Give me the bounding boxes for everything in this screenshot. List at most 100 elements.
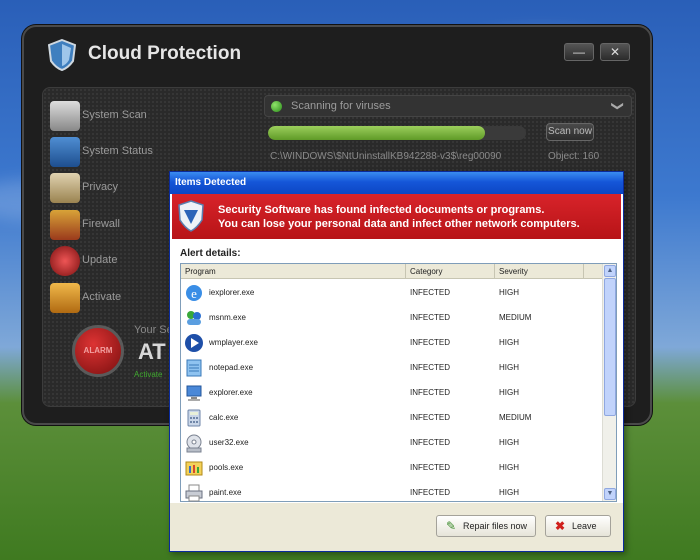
scan-status-bar[interactable]: Scanning for viruses ❯ (264, 95, 632, 117)
computer-icon (186, 385, 202, 401)
repair-files-button[interactable]: ✎ Repair files now (436, 515, 536, 537)
magnifier-icon (50, 101, 80, 131)
minimize-button[interactable]: — (564, 43, 594, 61)
program-cell: user32.exe (209, 438, 249, 447)
severity-cell: HIGH (499, 338, 519, 347)
table-row[interactable]: explorer.exe INFECTED HIGH (181, 380, 603, 405)
category-cell: INFECTED (410, 438, 450, 447)
category-cell: INFECTED (410, 413, 450, 422)
close-x-icon: ✖ (554, 519, 566, 533)
items-detected-dialog: Items Detected Security Software has fou… (169, 171, 624, 552)
nav-label: Privacy (82, 181, 119, 193)
pulse-icon (50, 137, 80, 167)
program-cell: explorer.exe (209, 388, 253, 397)
severity-cell: HIGH (499, 463, 519, 472)
control-panel-icon (185, 461, 203, 476)
category-cell: INFECTED (410, 388, 450, 397)
internet-explorer-icon: e (186, 285, 202, 301)
scan-active-indicator (271, 101, 282, 112)
scroll-down-arrow-icon[interactable]: ▼ (604, 488, 616, 500)
shield-logo-icon (48, 39, 76, 71)
scan-now-button[interactable]: Scan now (546, 123, 594, 141)
nav-label: System Status (82, 145, 153, 157)
protection-status-caption: Your Se (134, 324, 173, 336)
media-player-icon (185, 334, 203, 352)
nav-label: Firewall (82, 218, 120, 230)
activate-link[interactable]: Activate (134, 370, 162, 379)
table-row[interactable]: notepad.exe INFECTED HIGH (181, 355, 603, 380)
repair-files-label: Repair files now (463, 521, 528, 531)
close-button[interactable]: ✕ (600, 43, 630, 61)
cd-drive-icon (186, 434, 202, 453)
app-title-bar: Cloud Protection — ✕ (24, 27, 650, 83)
dialog-title: Items Detected (170, 172, 623, 194)
alert-details-label: Alert details: (180, 248, 241, 259)
table-row[interactable]: e iexplorer.exe INFECTED HIGH (181, 280, 603, 305)
leave-label: Leave (572, 521, 597, 531)
nav-label: Activate (82, 291, 122, 303)
msn-messenger-icon (187, 311, 201, 325)
column-header-category[interactable]: Category (406, 264, 495, 279)
wrench-icon: ✎ (445, 519, 457, 533)
severity-cell: MEDIUM (499, 413, 532, 422)
printer-icon (185, 484, 203, 502)
category-cell: INFECTED (410, 463, 450, 472)
banner-line-2: You can lose your personal data and infe… (218, 218, 580, 230)
severity-cell: MEDIUM (499, 313, 532, 322)
warning-banner: Security Software has found infected doc… (172, 194, 621, 239)
app-title: Cloud Protection (88, 43, 242, 64)
severity-cell: HIGH (499, 488, 519, 497)
nav-system-status[interactable]: System Status (50, 137, 190, 167)
program-cell: msnm.exe (209, 313, 246, 322)
scan-status-text: Scanning for viruses (291, 100, 391, 112)
list-scrollbar[interactable]: ▲ ▼ (602, 264, 616, 501)
security-shield-icon (178, 200, 204, 232)
category-cell: INFECTED (410, 288, 450, 297)
calculator-icon (187, 409, 201, 427)
category-cell: INFECTED (410, 338, 450, 347)
program-cell: paint.exe (209, 488, 242, 497)
severity-cell: HIGH (499, 363, 519, 372)
table-row[interactable]: wmplayer.exe INFECTED HIGH (181, 330, 603, 355)
table-row[interactable]: pools.exe INFECTED HIGH (181, 455, 603, 480)
dialog-footer: ✎ Repair files now ✖ Leave (170, 503, 623, 551)
alarm-button[interactable]: ALARM (72, 325, 124, 377)
banner-line-1: Security Software has found infected doc… (218, 204, 545, 216)
brick-wall-icon (50, 210, 80, 240)
program-cell: wmplayer.exe (209, 338, 258, 347)
update-icon (50, 246, 80, 276)
nav-label: Update (82, 254, 118, 266)
scan-object-count: Object: 160 (548, 151, 600, 162)
column-header-program[interactable]: Program (181, 264, 406, 279)
scroll-up-arrow-icon[interactable]: ▲ (604, 265, 616, 277)
severity-cell: HIGH (499, 288, 519, 297)
severity-cell: HIGH (499, 438, 519, 447)
table-row[interactable]: paint.exe INFECTED HIGH (181, 480, 603, 505)
category-cell: INFECTED (410, 313, 450, 322)
program-cell: iexplorer.exe (209, 288, 255, 297)
table-row[interactable]: user32.exe INFECTED HIGH (181, 430, 603, 455)
scan-progress-fill (268, 126, 485, 140)
nav-system-scan[interactable]: System Scan (50, 101, 190, 131)
list-header: Program Category Severity (181, 264, 603, 279)
table-row[interactable]: msnm.exe INFECTED MEDIUM (181, 305, 603, 330)
category-cell: INFECTED (410, 363, 450, 372)
protection-status-value: AT (138, 339, 166, 364)
keys-icon (50, 283, 80, 313)
notepad-icon (186, 359, 202, 377)
svg-text:e: e (191, 286, 197, 301)
program-cell: pools.exe (209, 463, 244, 472)
table-row[interactable]: calc.exe INFECTED MEDIUM (181, 405, 603, 430)
category-cell: INFECTED (410, 488, 450, 497)
chevron-down-icon[interactable]: ❯ (611, 101, 625, 111)
program-cell: calc.exe (209, 413, 239, 422)
leave-button[interactable]: ✖ Leave (545, 515, 611, 537)
nav-label: System Scan (82, 109, 147, 121)
column-header-severity[interactable]: Severity (495, 264, 584, 279)
scan-progress-bar (268, 126, 526, 140)
program-cell: notepad.exe (209, 363, 254, 372)
scrollbar-thumb[interactable] (604, 278, 616, 416)
scan-current-path: C:\WINDOWS\$NtUninstallKB942288-v3$\reg0… (270, 151, 502, 162)
severity-cell: HIGH (499, 388, 519, 397)
infected-items-list: Program Category Severity e iexplorer.ex… (180, 263, 617, 502)
